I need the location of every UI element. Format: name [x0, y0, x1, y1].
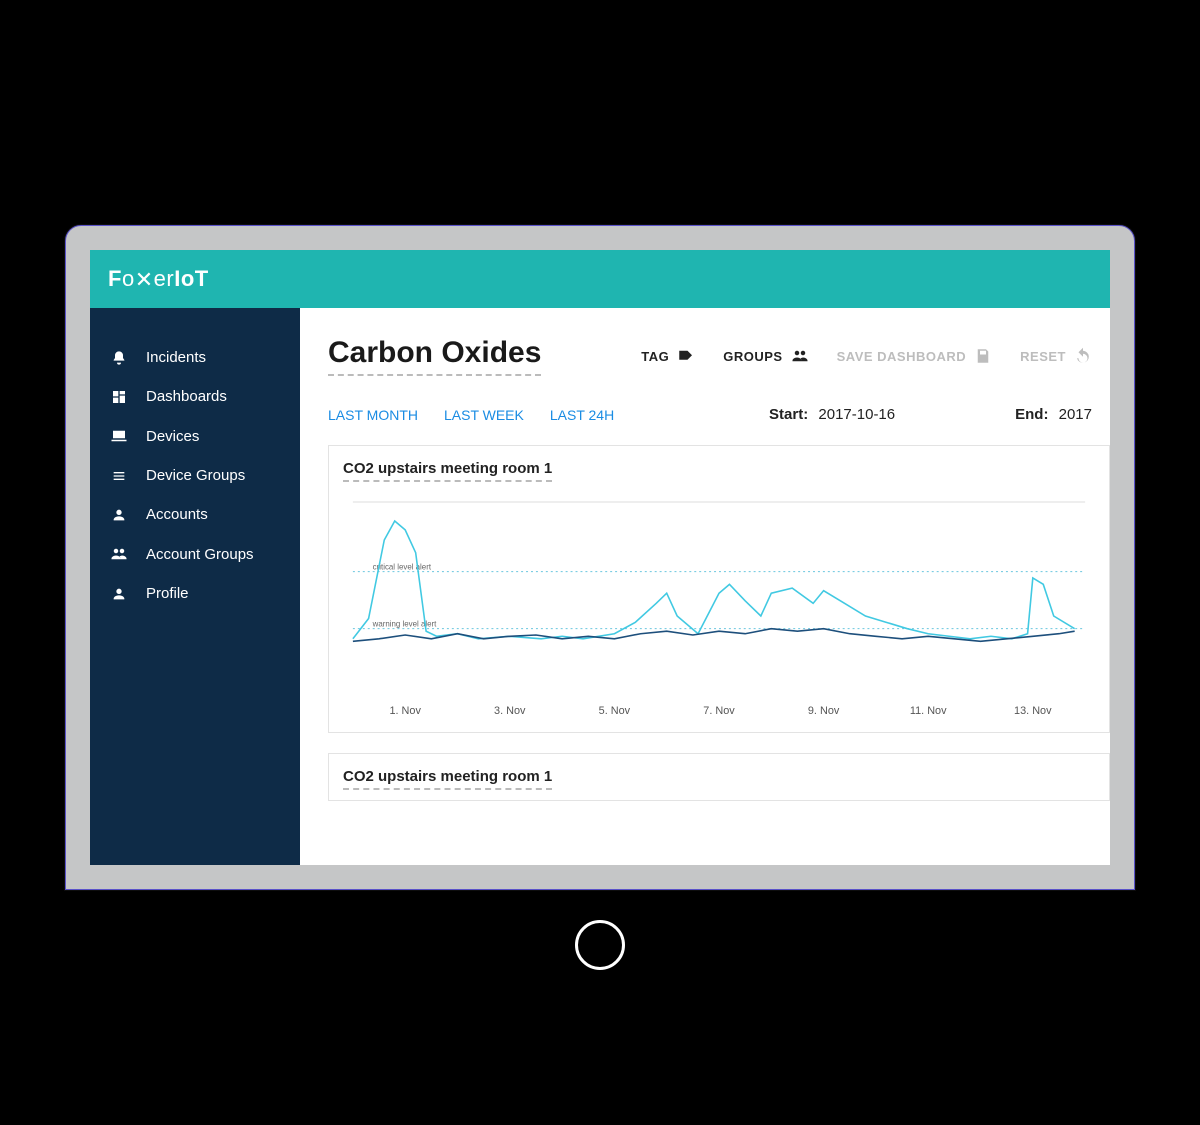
- svg-text:critical level alert: critical level alert: [373, 563, 432, 572]
- chart-card-2: CO2 upstairs meeting room 1: [328, 753, 1110, 801]
- undo-icon: [1074, 347, 1092, 365]
- svg-text:1. Nov: 1. Nov: [389, 705, 421, 717]
- svg-text:3. Nov: 3. Nov: [494, 705, 526, 717]
- person-icon: [110, 586, 128, 602]
- svg-text:11. Nov: 11. Nov: [910, 705, 947, 717]
- sidebar-item-label: Devices: [146, 428, 199, 445]
- sidebar-item-label: Accounts: [146, 506, 208, 523]
- sidebar-item-accounts[interactable]: Accounts: [90, 495, 300, 534]
- sidebar-item-profile[interactable]: Profile: [90, 574, 300, 613]
- svg-text:5. Nov: 5. Nov: [599, 705, 631, 717]
- sidebar: Incidents Dashboards Devices Device Grou…: [90, 308, 300, 865]
- svg-text:warning level alert: warning level alert: [372, 620, 437, 629]
- groups-button[interactable]: GROUPS: [723, 347, 808, 365]
- end-value: 2017: [1059, 406, 1092, 423]
- header-actions: TAG GROUPS SAVE DASHBOARD RESET: [641, 347, 1110, 365]
- end-date[interactable]: End: 2017: [1015, 406, 1092, 423]
- preset-last-24h[interactable]: LAST 24H: [550, 407, 614, 423]
- start-date[interactable]: Start: 2017-10-16: [769, 406, 895, 423]
- start-label: Start:: [769, 406, 808, 423]
- start-value: 2017-10-16: [818, 406, 895, 423]
- range-presets: LAST MONTH LAST WEEK LAST 24H: [328, 407, 614, 423]
- laptop-icon: [110, 427, 128, 445]
- action-label: TAG: [641, 349, 669, 364]
- sidebar-item-incidents[interactable]: Incidents: [90, 338, 300, 377]
- page-title[interactable]: Carbon Oxides: [328, 336, 541, 376]
- svg-text:7. Nov: 7. Nov: [703, 705, 735, 717]
- list-icon: [110, 468, 128, 484]
- card-title[interactable]: CO2 upstairs meeting room 1: [343, 460, 552, 482]
- people-icon: [791, 347, 809, 365]
- chart-card-1: CO2 upstairs meeting room 1 critical lev…: [328, 445, 1110, 733]
- save-icon: [974, 347, 992, 365]
- dashboard-icon: [110, 389, 128, 405]
- sidebar-item-dashboards[interactable]: Dashboards: [90, 377, 300, 416]
- people-icon: [110, 545, 128, 563]
- screen: Fo✕erIoT Incidents Dashboards Devices: [90, 250, 1110, 865]
- main-content: Carbon Oxides TAG GROUPS SAVE DASHBOARD: [300, 308, 1110, 865]
- person-icon: [110, 507, 128, 523]
- end-label: End:: [1015, 406, 1048, 423]
- sidebar-item-account-groups[interactable]: Account Groups: [90, 534, 300, 574]
- topbar: Fo✕erIoT: [90, 250, 1110, 308]
- sidebar-item-label: Incidents: [146, 349, 206, 366]
- monitor-home-button: [575, 920, 625, 970]
- action-label: RESET: [1020, 349, 1066, 364]
- svg-text:9. Nov: 9. Nov: [808, 705, 840, 717]
- reset-button[interactable]: RESET: [1020, 347, 1092, 365]
- co2-chart[interactable]: critical level alert warning level alert 1…: [343, 492, 1095, 722]
- action-label: GROUPS: [723, 349, 782, 364]
- sidebar-item-label: Account Groups: [146, 546, 254, 563]
- action-label: SAVE DASHBOARD: [837, 349, 967, 364]
- sidebar-item-device-groups[interactable]: Device Groups: [90, 456, 300, 495]
- bell-icon: [110, 350, 128, 366]
- sidebar-item-label: Dashboards: [146, 388, 227, 405]
- date-range-row: LAST MONTH LAST WEEK LAST 24H Start: 201…: [328, 406, 1110, 423]
- save-dashboard-button[interactable]: SAVE DASHBOARD: [837, 347, 993, 365]
- tag-icon: [677, 347, 695, 365]
- tag-button[interactable]: TAG: [641, 347, 695, 365]
- preset-last-month[interactable]: LAST MONTH: [328, 407, 418, 423]
- preset-last-week[interactable]: LAST WEEK: [444, 407, 524, 423]
- sidebar-item-devices[interactable]: Devices: [90, 416, 300, 456]
- brand-logo: Fo✕erIoT: [108, 266, 209, 292]
- svg-text:13. Nov: 13. Nov: [1014, 705, 1052, 717]
- monitor-frame: Fo✕erIoT Incidents Dashboards Devices: [65, 225, 1135, 890]
- sidebar-item-label: Device Groups: [146, 467, 245, 484]
- card-title[interactable]: CO2 upstairs meeting room 1: [343, 768, 552, 790]
- sidebar-item-label: Profile: [146, 585, 189, 602]
